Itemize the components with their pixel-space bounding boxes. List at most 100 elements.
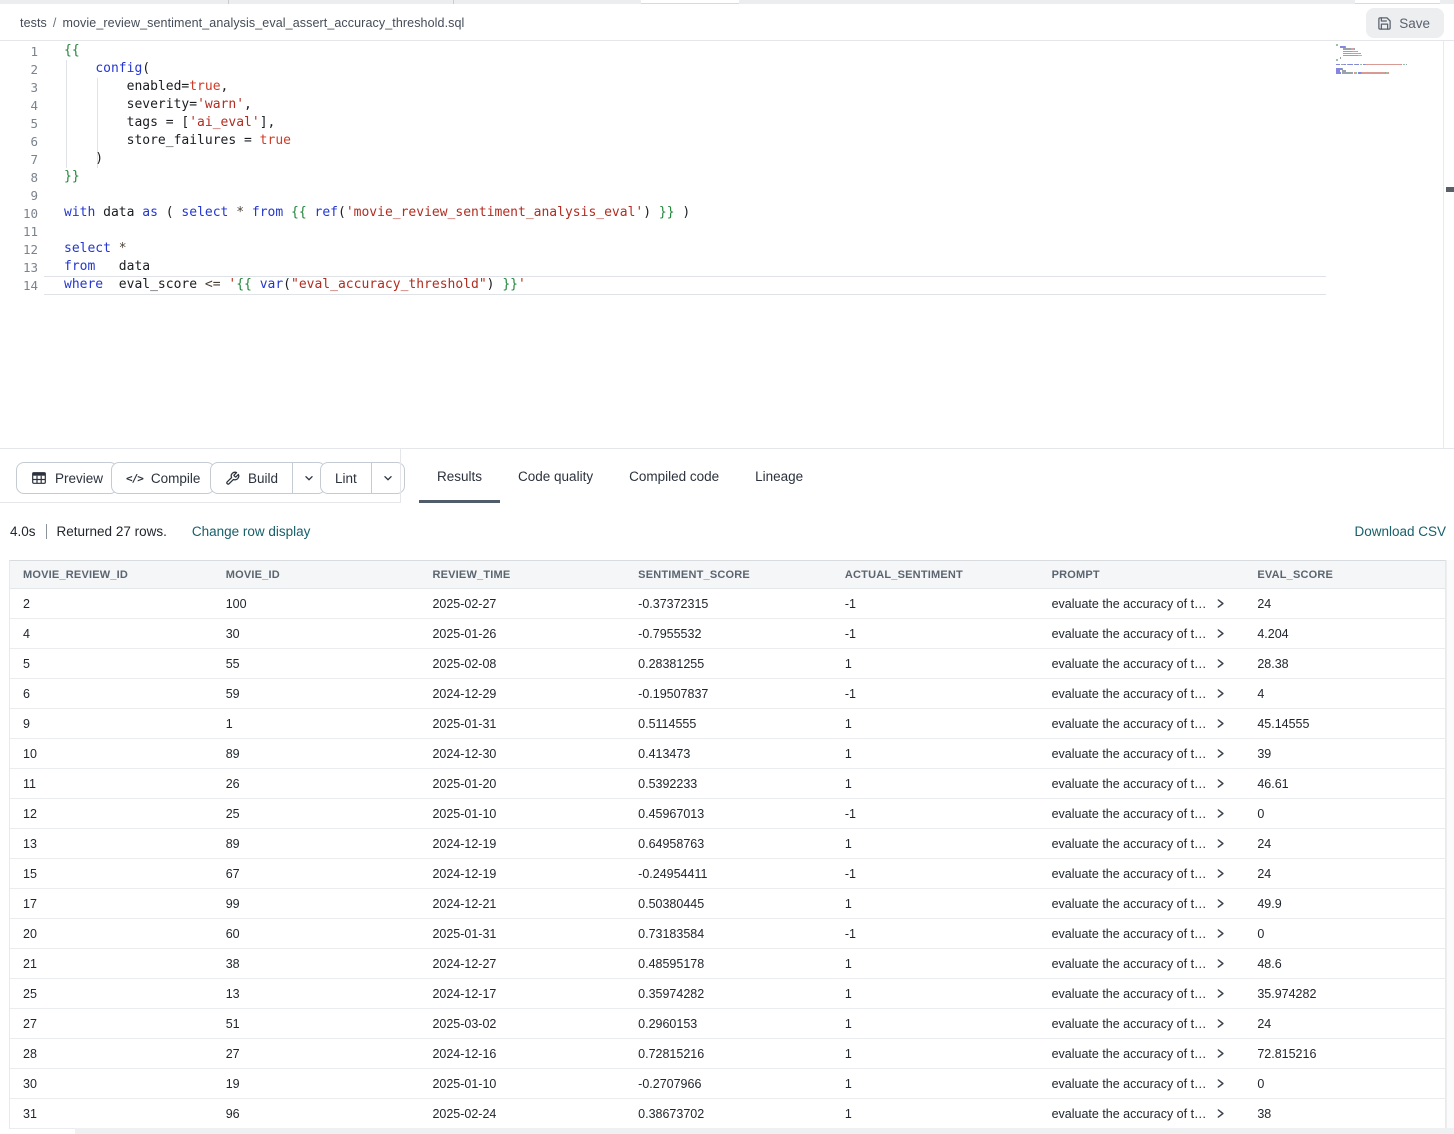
table-row[interactable]: 30192025-01-10-0.27079661evaluate the ac… [10,1069,1445,1099]
build-button[interactable]: Build [210,462,326,494]
code-line[interactable]: 11 [0,222,690,240]
results-statusbar: 4.0s Returned 27 rows. Change row displa… [0,502,1454,560]
table-row[interactable]: 5552025-02-080.283812551evaluate the acc… [10,649,1445,679]
line-number: 8 [0,170,38,185]
code-brackets-icon: </> [126,472,143,485]
line-number: 10 [0,206,38,221]
expand-prompt-chevron-icon[interactable] [1215,748,1226,759]
table-vertical-scrollbar[interactable] [1446,560,1454,1134]
cell-review_time: 2024-12-19 [419,867,625,881]
code-editor[interactable]: 1{{2 config(3 enabled=true,4 severity='w… [0,41,1454,448]
cell-eval_score: 0 [1244,927,1445,941]
prompt-preview-text: evaluate the accuracy of the res… [1052,687,1210,701]
code-line[interactable]: 4 severity='warn', [0,96,690,114]
cell-review_time: 2025-01-26 [419,627,625,641]
cell-movie_review_id: 2 [10,597,213,611]
code-line[interactable]: 10with data as ( select * from {{ ref('m… [0,204,690,222]
code-line[interactable]: 3 enabled=true, [0,78,690,96]
expand-prompt-chevron-icon[interactable] [1215,958,1226,969]
table-row[interactable]: 20602025-01-310.73183584-1evaluate the a… [10,919,1445,949]
table-row[interactable]: 25132024-12-170.359742821evaluate the ac… [10,979,1445,1009]
expand-prompt-chevron-icon[interactable] [1215,898,1226,909]
expand-prompt-chevron-icon[interactable] [1215,778,1226,789]
editor-scrollbar[interactable] [1443,41,1454,448]
code-line[interactable]: 13from data [0,258,690,276]
cell-movie_id: 30 [213,627,420,641]
cell-eval_score: 0 [1244,807,1445,821]
cell-actual_sentiment: -1 [832,687,1039,701]
returned-rows-text: Returned 27 rows. [57,524,167,539]
expand-prompt-chevron-icon[interactable] [1215,868,1226,879]
code-line[interactable]: 14where eval_score <= '{{ var("eval_accu… [0,276,690,294]
lint-dropdown-toggle[interactable] [371,463,404,493]
save-button[interactable]: Save [1366,8,1444,38]
table-row[interactable]: 31962025-02-240.386737021evaluate the ac… [10,1099,1445,1129]
table-row[interactable]: 6592024-12-29-0.19507837-1evaluate the a… [10,679,1445,709]
expand-prompt-chevron-icon[interactable] [1215,1108,1226,1119]
table-row[interactable]: 21002025-02-27-0.37372315-1evaluate the … [10,589,1445,619]
cell-sentiment_score: 0.48595178 [625,957,832,971]
tab-lineage[interactable]: Lineage [737,449,821,503]
preview-button[interactable]: Preview [16,462,118,494]
table-row[interactable]: 28272024-12-160.728152161evaluate the ac… [10,1039,1445,1069]
table-row[interactable]: 12252025-01-100.45967013-1evaluate the a… [10,799,1445,829]
table-row[interactable]: 912025-01-310.51145551evaluate the accur… [10,709,1445,739]
expand-prompt-chevron-icon[interactable] [1215,928,1226,939]
table-horizontal-scrollbar[interactable] [75,1128,1454,1134]
code-line[interactable]: 8}} [0,168,690,186]
line-number: 14 [0,278,38,293]
code-line[interactable]: 1{{ [0,42,690,60]
table-row[interactable]: 11262025-01-200.53922331evaluate the acc… [10,769,1445,799]
code-line[interactable]: 12select * [0,240,690,258]
code-line[interactable]: 6 store_failures = true [0,132,690,150]
prompt-preview-text: evaluate the accuracy of the res… [1052,747,1210,761]
editor-minimap[interactable] [1336,44,1431,75]
expand-prompt-chevron-icon[interactable] [1215,658,1226,669]
prompt-preview-text: evaluate the accuracy of the res… [1052,897,1210,911]
expand-prompt-chevron-icon[interactable] [1215,1048,1226,1059]
cell-movie_id: 25 [213,807,420,821]
expand-prompt-chevron-icon[interactable] [1215,718,1226,729]
expand-prompt-chevron-icon[interactable] [1215,808,1226,819]
download-csv-link[interactable]: Download CSV [1354,524,1446,539]
code-text: store_failures = true [64,132,291,150]
code-line[interactable]: 7 ) [0,150,690,168]
code-text: ) [64,150,103,168]
change-row-display-link[interactable]: Change row display [192,524,311,539]
tab-compiled-code[interactable]: Compiled code [611,449,737,503]
cell-movie_review_id: 13 [10,837,213,851]
expand-prompt-chevron-icon[interactable] [1215,838,1226,849]
table-row[interactable]: 27512025-03-020.29601531evaluate the acc… [10,1009,1445,1039]
table-row[interactable]: 13892024-12-190.649587631evaluate the ac… [10,829,1445,859]
expand-prompt-chevron-icon[interactable] [1215,688,1226,699]
cell-sentiment_score: -0.24954411 [625,867,832,881]
lint-button[interactable]: Lint [320,462,405,494]
tab-code-quality[interactable]: Code quality [500,449,611,503]
code-text: }} [64,168,80,186]
table-row[interactable]: 15672024-12-19-0.24954411-1evaluate the … [10,859,1445,889]
cell-sentiment_score: 0.2960153 [625,1017,832,1031]
tab-results[interactable]: Results [419,449,500,503]
query-status: 4.0s Returned 27 rows. [10,524,167,539]
compile-button[interactable]: </> Compile [111,462,215,494]
expand-prompt-chevron-icon[interactable] [1215,988,1226,999]
breadcrumb-root[interactable]: tests [20,16,47,30]
table-row[interactable]: 17992024-12-210.503804451evaluate the ac… [10,889,1445,919]
expand-prompt-chevron-icon[interactable] [1215,1018,1226,1029]
table-row[interactable]: 21382024-12-270.485951781evaluate the ac… [10,949,1445,979]
cell-sentiment_score: 0.5392233 [625,777,832,791]
code-text: config( [64,60,150,78]
expand-prompt-chevron-icon[interactable] [1215,1078,1226,1089]
expand-prompt-chevron-icon[interactable] [1215,628,1226,639]
code-line[interactable]: 5 tags = ['ai_eval'], [0,114,690,132]
expand-prompt-chevron-icon[interactable] [1215,598,1226,609]
code-line[interactable]: 9 [0,186,690,204]
line-number: 12 [0,242,38,257]
table-row[interactable]: 10892024-12-300.4134731evaluate the accu… [10,739,1445,769]
cell-actual_sentiment: -1 [832,927,1039,941]
code-line[interactable]: 2 config( [0,60,690,78]
table-row[interactable]: 4302025-01-26-0.7955532-1evaluate the ac… [10,619,1445,649]
save-icon [1377,16,1392,31]
cell-review_time: 2025-01-31 [419,717,625,731]
cell-sentiment_score: 0.28381255 [625,657,832,671]
